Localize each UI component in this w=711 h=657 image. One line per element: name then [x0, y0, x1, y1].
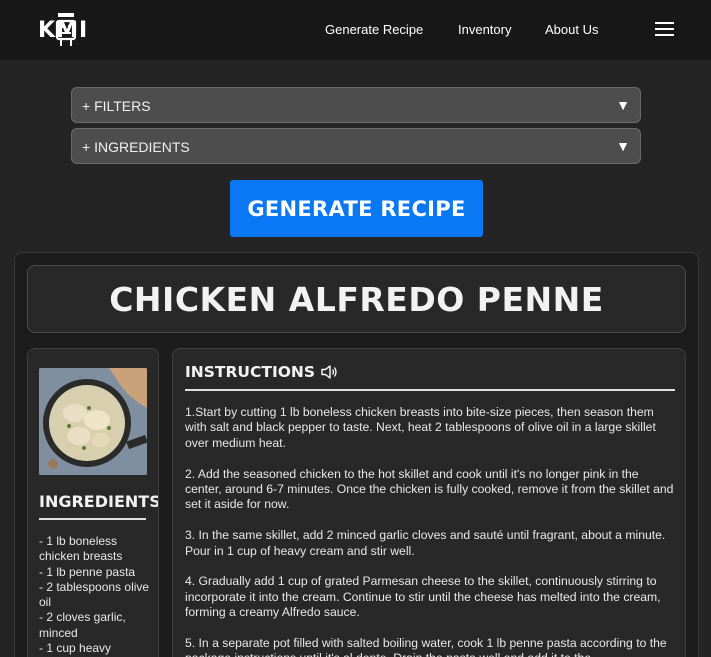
app-logo[interactable]: KMI — [38, 12, 88, 48]
filters-label: + FILTERS — [82, 98, 151, 114]
ingredient-item: - 1 lb penne pasta — [39, 564, 136, 579]
ingredient-item: - 1 lb boneless chicken breasts — [39, 534, 123, 564]
instructions-text: 1.Start by cutting 1 lb boneless chicken… — [185, 405, 677, 657]
ingredient-item: - 2 tablespoons olive oil — [39, 579, 150, 610]
ingredients-card: INGREDIENTS - 1 lb boneless chicken brea… — [27, 348, 159, 657]
instruction-step: 4. Gradually add 1 cup of grated Parmesa… — [185, 574, 661, 620]
ingredients-dropdown[interactable]: + INGREDIENTS ▼ — [71, 128, 641, 164]
nav-about-us[interactable]: About Us — [545, 22, 598, 37]
instruction-step: 1.Start by cutting 1 lb boneless chicken… — [185, 405, 656, 450]
dropdown-arrow-icon: ▼ — [616, 97, 630, 113]
ingredient-item: - 1 cup heavy — [39, 641, 112, 656]
robot-logo-icon — [55, 13, 77, 46]
instruction-step: 2. Add the seasoned chicken to the hot s… — [185, 466, 674, 512]
ingredients-label: + INGREDIENTS — [82, 139, 190, 155]
filters-dropdown[interactable]: + FILTERS ▼ — [71, 87, 641, 123]
instructions-header: INSTRUCTIONS — [185, 363, 338, 381]
ingredients-heading: INGREDIENTS — [39, 492, 159, 511]
recipe-title: CHICKEN ALFREDO PENNE — [109, 279, 604, 319]
nav-generate-recipe[interactable]: Generate Recipe — [325, 22, 423, 37]
recipe-title-box: CHICKEN ALFREDO PENNE — [27, 265, 686, 333]
ingredients-divider — [39, 518, 146, 520]
dropdown-arrow-icon: ▼ — [616, 138, 630, 154]
ingredient-item: - 2 cloves garlic, minced — [39, 610, 126, 640]
generate-recipe-button[interactable]: GENERATE RECIPE — [230, 180, 483, 237]
instructions-card: INSTRUCTIONS 1.Start by cutting 1 lb bon… — [172, 348, 686, 657]
instruction-step: 3. In the same skillet, add 2 minced gar… — [185, 528, 666, 558]
nav-inventory[interactable]: Inventory — [458, 22, 511, 37]
speaker-icon[interactable] — [320, 364, 338, 380]
top-navbar: KMI Generate Recipe Inventory About Us — [0, 0, 711, 60]
ingredients-list: - 1 lb boneless chicken breasts - 1 lb p… — [39, 534, 151, 656]
instruction-step: 5. In a separate pot filled with salted … — [185, 636, 667, 657]
hamburger-icon[interactable] — [655, 22, 674, 36]
instructions-divider — [185, 389, 675, 391]
instructions-heading: INSTRUCTIONS — [185, 363, 316, 381]
recipe-image — [39, 368, 147, 475]
